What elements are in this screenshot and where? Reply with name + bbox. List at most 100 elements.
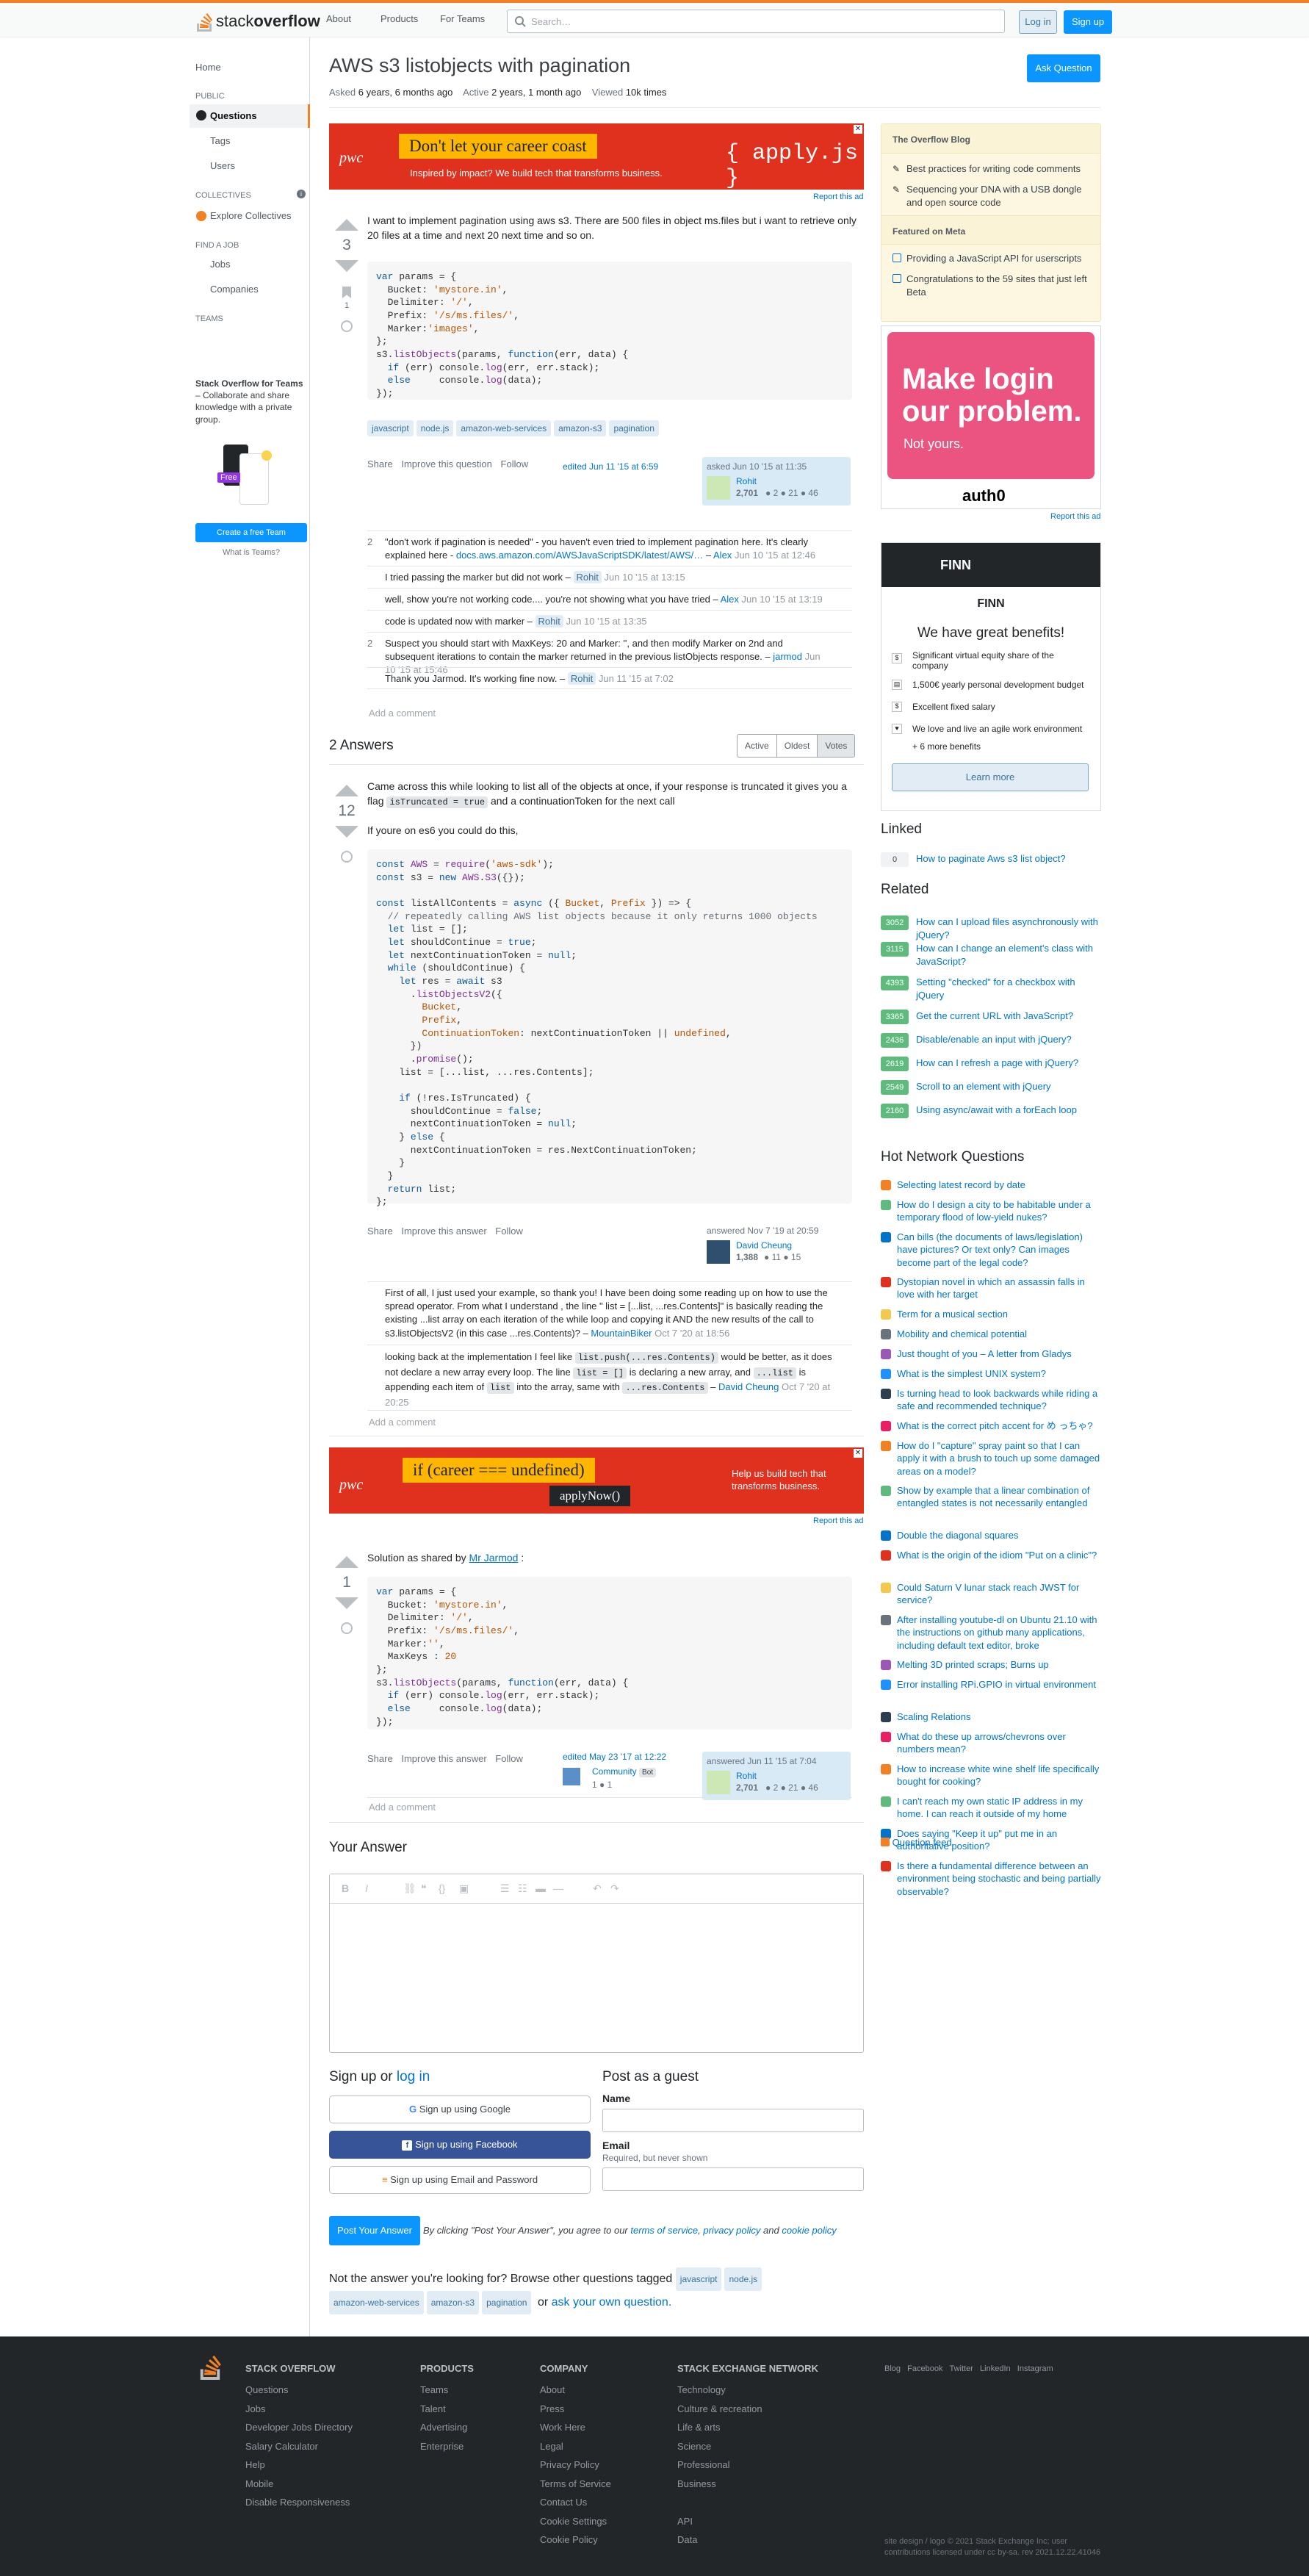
facebook-signup-button[interactable]: f Sign up using Facebook [329,2131,591,2159]
bookmark-icon[interactable] [342,287,351,298]
redo-icon[interactable]: ↷ [610,1882,619,1895]
heading-icon[interactable]: ▬ [536,1882,546,1894]
history-icon[interactable] [341,1622,353,1634]
login-link[interactable]: log in [397,2069,430,2084]
related-link[interactable]: Using async/await with a forEach loop [916,1104,1101,1117]
related-link[interactable]: Disable/enable an input with jQuery? [916,1033,1101,1046]
footer-link[interactable]: Professional [677,2456,762,2475]
hnq-link[interactable]: I can't reach my own static IP address i… [897,1795,1101,1821]
comment-link[interactable]: docs.aws.amazon.com/AWSJavaScriptSDK/lat… [456,550,703,561]
comment-user[interactable]: Alex [721,594,739,605]
name-field[interactable] [602,2109,864,2132]
link-icon[interactable]: ⛓ [403,1882,416,1895]
comment-user[interactable]: David Cheung [718,1381,779,1392]
tag-amazon-s3[interactable]: amazon-s3 [554,420,607,436]
hnq-link[interactable]: Selecting latest record by date [897,1179,1101,1191]
add-comment-link[interactable]: Add a comment [369,1417,436,1428]
sort-oldest[interactable]: Oldest [777,735,818,757]
related-link[interactable]: Scroll to an element with jQuery [916,1080,1101,1093]
footer-link[interactable]: Developer Jobs Directory [245,2418,353,2437]
google-signup-button[interactable]: G Sign up using Google [329,2095,591,2123]
learn-more-button[interactable]: Learn more [892,763,1089,791]
footer-col1-head[interactable]: STACK OVERFLOW [245,2363,336,2374]
hnq-link[interactable]: Melting 3D printed scraps; Burns up [897,1658,1101,1671]
signup-button[interactable]: Sign up [1064,10,1112,34]
ad-banner-pwc-2[interactable]: pwc if (career === undefined) applyNow()… [329,1447,864,1514]
nav-about[interactable]: About [326,13,351,24]
downvote-icon[interactable] [335,1597,358,1609]
footer-link[interactable] [677,2493,762,2512]
footer-link[interactable]: Culture & recreation [677,2400,762,2419]
hnq-link[interactable]: Double the diagonal squares [897,1529,1101,1541]
footer-link[interactable]: Jobs [245,2400,353,2419]
footer-link[interactable]: Data [677,2530,762,2550]
hnq-link[interactable]: Is there a fundamental difference betwee… [897,1860,1101,1898]
report-ad-link[interactable]: Report this ad [813,1517,863,1525]
footer-link[interactable]: API [677,2512,762,2531]
tag-pagination[interactable]: pagination [482,2291,532,2314]
answer-editor[interactable]: B I ⛓ ❝ {} ▣ ☰ ☷ ▬ — ↶ ↷ [329,1874,864,2053]
related-link[interactable]: Get the current URL with JavaScript? [916,1010,1101,1023]
stackoverflow-logo[interactable]: stackoverflow [195,10,320,33]
footer-link[interactable]: Cookie Policy [540,2530,611,2550]
code-icon[interactable]: {} [439,1882,445,1894]
footer-link[interactable]: Questions [245,2381,353,2400]
ad-close-icon[interactable]: ✕ [854,125,862,134]
footer-link[interactable]: Press [540,2400,611,2419]
rule-icon[interactable]: — [553,1882,563,1894]
improve-link[interactable]: Improve this answer [401,1753,486,1764]
avatar[interactable] [707,1771,730,1794]
nav-for-teams[interactable]: For Teams [440,13,485,24]
report-ad-link[interactable]: Report this ad [813,193,863,201]
footer-link[interactable]: About [540,2381,611,2400]
hnq-link[interactable]: What is the origin of the idiom "Put on … [897,1549,1101,1561]
footer-social[interactable]: Blog Facebook Twitter LinkedIn Instagram [884,2364,1053,2373]
edited-link[interactable]: edited May 23 '17 at 12:22 [563,1752,695,1762]
tag-pagination[interactable]: pagination [609,420,659,436]
add-comment-link[interactable]: Add a comment [369,708,436,719]
hnq-link[interactable]: Dystopian novel in which an assassin fal… [897,1276,1101,1301]
tag-nodejs[interactable]: node.js [416,420,454,436]
nav-products[interactable]: Products [381,13,418,24]
footer-link[interactable]: Cookie Settings [540,2512,611,2531]
email-field[interactable] [602,2167,864,2191]
bold-icon[interactable]: B [342,1882,349,1894]
post-answer-button[interactable]: Post Your Answer [329,2216,420,2245]
tag-amazon-web-services[interactable]: amazon-web-services [329,2291,424,2314]
footer-col2-head[interactable]: PRODUCTS [420,2363,474,2374]
history-icon[interactable] [341,851,353,863]
improve-link[interactable]: Improve this question [401,458,492,469]
stackoverflow-icon[interactable] [198,2353,222,2380]
footer-link[interactable]: Terms of Service [540,2475,611,2494]
tag-nodejs[interactable]: node.js [724,2267,762,2291]
login-button[interactable]: Log in [1019,10,1057,34]
downvote-icon[interactable] [335,260,358,272]
footer-link[interactable]: Advertising [420,2418,467,2437]
nav-tags[interactable]: Tags [210,135,230,146]
tag-javascript[interactable]: javascript [367,420,414,436]
upvote-icon[interactable] [335,219,358,231]
what-is-teams-link[interactable]: What is Teams? [195,548,307,557]
nav-explore-collectives[interactable]: Explore Collectives [210,210,292,221]
search-input[interactable]: Search… [507,10,1005,33]
footer-link[interactable]: Science [677,2437,762,2456]
hnq-link[interactable]: Is turning head to look backwards while … [897,1387,1101,1413]
blog-item[interactable]: Sequencing your DNA with a USB dongle an… [906,183,1090,209]
tag-amazon-s3[interactable]: amazon-s3 [426,2291,480,2314]
upvote-icon[interactable] [335,785,358,796]
meta-item[interactable]: Congratulations to the 59 sites that jus… [906,273,1090,299]
footer-link[interactable]: Salary Calculator [245,2437,353,2456]
hnq-link[interactable]: How to increase white wine shelf life sp… [897,1763,1101,1788]
related-link[interactable]: How can I upload files asynchronously wi… [916,915,1101,941]
info-icon[interactable]: i [297,190,306,198]
italic-icon[interactable]: I [365,1882,368,1894]
hnq-link[interactable]: Error installing RPi.GPIO in virtual env… [897,1678,1101,1691]
footer-link[interactable]: Technology [677,2381,762,2400]
hnq-link[interactable]: Can bills (the documents of laws/legisla… [897,1231,1101,1269]
ad-banner-pwc[interactable]: pwc Don't let your career coast Inspired… [329,123,864,190]
hnq-link[interactable]: What do these up arrows/chevrons over nu… [897,1730,1101,1756]
owner-name[interactable]: Rohit [736,1771,757,1781]
terms-link[interactable]: terms of service [630,2225,698,2236]
footer-link[interactable]: Enterprise [420,2437,467,2456]
owner-name[interactable]: Rohit [736,476,757,486]
